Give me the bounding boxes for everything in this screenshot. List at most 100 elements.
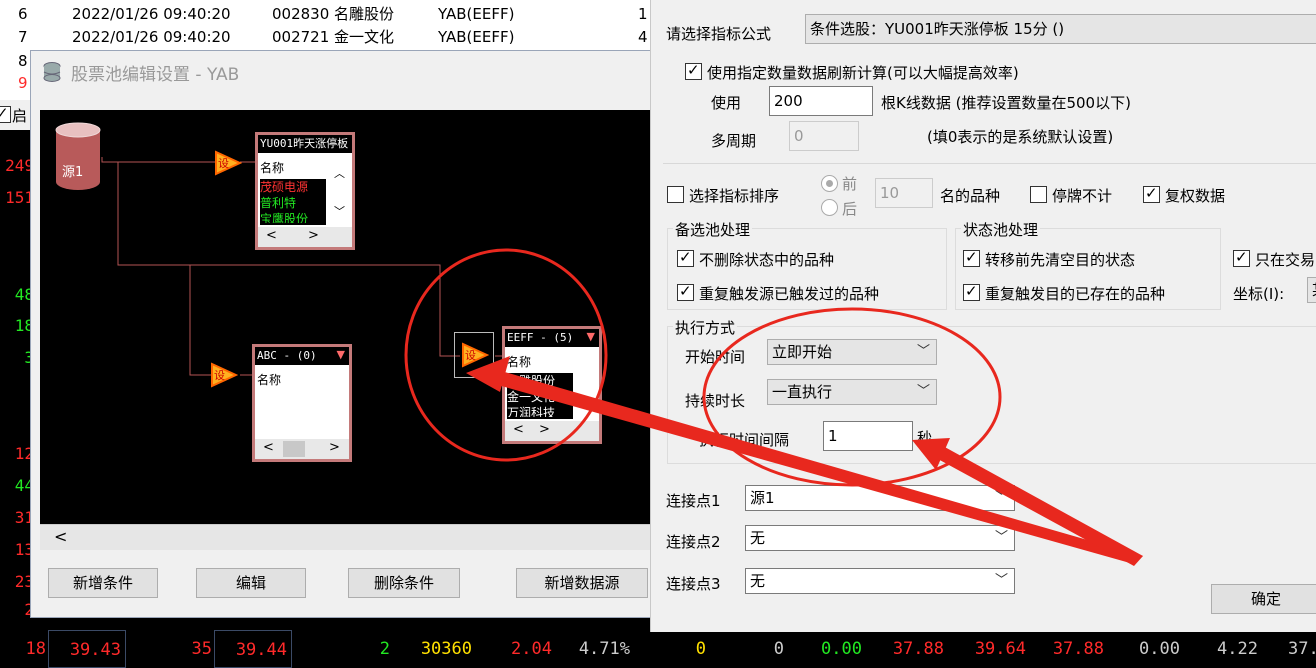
multi-period-hint: (填0表示的是系统默认设置) — [927, 128, 1114, 146]
scroll-up-icon[interactable]: ︿ — [334, 165, 345, 181]
kline-count-input[interactable]: 200 — [769, 86, 873, 116]
clear-target-checkbox[interactable] — [963, 248, 980, 267]
pool-item[interactable]: 茂硕电源 — [260, 179, 326, 195]
multi-period-input[interactable]: 0 — [789, 121, 859, 151]
connect3-select[interactable]: 无 ﹀ — [745, 568, 1015, 594]
source-cylinder-icon[interactable] — [54, 122, 102, 192]
repeat-source-label: 重复触发源已触发过的品种 — [699, 285, 880, 303]
pool-hscroll[interactable]: < > — [505, 421, 599, 441]
ticker-cell: 0 — [695, 639, 706, 659]
scroll-left-icon[interactable]: < — [513, 422, 524, 437]
pool-item-list: 茂硕电源 普利特 宝鹰股份 — [260, 179, 326, 225]
start-time-label: 开始时间 — [685, 348, 746, 366]
left-number: 249 — [5, 156, 34, 175]
pool-item-list: 名雕股份 金一文化 万润科技 — [507, 373, 573, 419]
enable-checkbox-area[interactable]: 启 — [0, 100, 30, 130]
pool-scrollbar[interactable]: ︿ ﹀ — [330, 157, 352, 227]
duration-select[interactable]: 一直执行 ﹀ — [767, 379, 937, 405]
pool-item[interactable]: 名雕股份 — [507, 373, 573, 389]
ticker-cell: 37. — [1288, 639, 1316, 659]
scroll-left-icon[interactable]: < — [54, 527, 67, 546]
ticker-cell: 2 — [379, 639, 390, 659]
connect2-value: 无 — [750, 529, 766, 547]
collapse-icon[interactable]: ▼ — [337, 348, 345, 361]
scroll-right-icon[interactable]: > — [539, 422, 550, 437]
pool-header: EEFF - (5) — [505, 329, 599, 347]
pool-item[interactable]: 宝鹰股份 — [260, 211, 326, 223]
scroll-right-icon[interactable]: > — [329, 440, 340, 455]
coord-select[interactable]: 某 — [1307, 277, 1316, 303]
ticker-cell: 35 — [191, 639, 212, 659]
start-time-select[interactable]: 立即开始 ﹀ — [767, 339, 937, 365]
row-extra: 4 — [638, 28, 648, 46]
connect1-select[interactable]: 源1 ﹀ — [745, 485, 1015, 511]
sort-checkbox[interactable] — [667, 186, 684, 203]
pool-hscroll[interactable]: < > — [255, 439, 349, 459]
duration-label: 持续时长 — [685, 392, 746, 410]
coord-value: 某 — [1312, 281, 1316, 299]
connect3-value: 无 — [750, 572, 766, 590]
front-label: 前 — [842, 175, 858, 193]
no-delete-checkbox[interactable] — [677, 248, 694, 267]
ticker-cell: 4.71% — [578, 639, 630, 659]
trading-only-checkbox[interactable] — [1233, 248, 1250, 267]
condition-node-selected[interactable]: 设 — [454, 332, 494, 378]
ok-button[interactable]: 确定 — [1211, 584, 1316, 614]
back-radio[interactable] — [821, 199, 838, 216]
top-n-input[interactable]: 10 — [875, 178, 933, 208]
repeat-target-checkbox[interactable] — [963, 282, 980, 301]
use-count-checkbox[interactable] — [685, 61, 702, 80]
ticker-row[interactable]: 18 39.43 35 39.44 2 30360 2.04 4.71% 0 0… — [0, 630, 1316, 668]
list-row[interactable]: 7 2022/01/26 09:40:20 002721 金一文化 YAB(EE… — [0, 26, 650, 49]
flow-canvas[interactable]: 源1 设 设 设 YU001昨天涨停板 名称 茂硕电源 普利特 宝鹰股份 ︿ ﹀… — [40, 110, 650, 524]
scroll-left-icon[interactable]: < — [263, 440, 274, 455]
row-time: 2022/01/26 09:40:20 — [72, 28, 231, 46]
connect2-select[interactable]: 无 ﹀ — [745, 525, 1015, 551]
left-number: 2 — [0, 600, 34, 619]
edit-button[interactable]: 编辑 — [196, 568, 306, 598]
left-number: 12 — [14, 444, 34, 463]
pool-box-abc[interactable]: ABC - (0) ▼ 名称 < > — [252, 344, 352, 462]
scroll-down-icon[interactable]: ﹀ — [334, 203, 345, 219]
ticker-cell: 2.04 — [511, 639, 552, 659]
canvas-hscrollbar[interactable]: < — [40, 524, 650, 550]
delete-condition-button[interactable]: 删除条件 — [348, 568, 460, 598]
pool-item[interactable]: 万润科技 — [507, 405, 573, 417]
row-time: 2022/01/26 09:40:20 — [72, 5, 231, 23]
pool-item[interactable]: 普利特 — [260, 195, 326, 211]
list-row[interactable]: 6 2022/01/26 09:40:20 002830 名雕股份 YAB(EE… — [0, 3, 650, 26]
scroll-thumb[interactable] — [283, 441, 305, 457]
chevron-down-icon: ﹀ — [994, 573, 1008, 588]
formula-select[interactable]: 条件选股：YU001昨天涨停板 15分 () — [805, 14, 1316, 44]
add-source-button[interactable]: 新增数据源 — [516, 568, 648, 598]
candidate-group-title: 备选池处理 — [673, 219, 753, 240]
adjust-checkbox[interactable] — [1143, 184, 1160, 203]
interval-input[interactable]: 1 — [823, 421, 913, 451]
collapse-icon[interactable]: ▼ — [587, 330, 595, 343]
condition-node[interactable]: 设 — [210, 362, 239, 388]
row-num: 7 — [18, 28, 28, 46]
scroll-right-icon[interactable]: > — [308, 228, 319, 243]
suspend-checkbox[interactable] — [1030, 186, 1047, 203]
connect1-label: 连接点1 — [666, 492, 721, 510]
settings-panel: 请选择指标公式 条件选股：YU001昨天涨停板 15分 () 使用指定数量数据刷… — [650, 0, 1316, 632]
duration-value: 一直执行 — [772, 383, 833, 401]
row-num: 6 — [18, 5, 28, 23]
row-pool: YAB(EEFF) — [438, 5, 515, 23]
add-condition-button[interactable]: 新增条件 — [48, 568, 158, 598]
scroll-left-icon[interactable]: < — [266, 228, 277, 243]
coord-label: 坐标(I): — [1233, 285, 1285, 303]
front-radio[interactable] — [821, 175, 838, 192]
pool-hscroll[interactable]: < > — [258, 227, 352, 247]
ticker-cell: 18 — [25, 639, 46, 659]
repeat-source-checkbox[interactable] — [677, 282, 694, 301]
pool-item[interactable]: 金一文化 — [507, 389, 573, 405]
condition-node[interactable]: 设 — [214, 150, 243, 176]
pool-box-eeff[interactable]: EEFF - (5) ▼ 名称 名雕股份 金一文化 万润科技 < > — [502, 326, 602, 444]
trading-only-label: 只在交易 — [1255, 251, 1316, 269]
left-number: 3 — [0, 348, 34, 367]
pool-box-yu001[interactable]: YU001昨天涨停板 名称 茂硕电源 普利特 宝鹰股份 ︿ ﹀ < > — [255, 132, 355, 250]
top-n-suffix: 名的品种 — [940, 187, 1001, 205]
row-num: 8 — [18, 52, 28, 70]
enable-checkbox[interactable] — [0, 104, 11, 123]
